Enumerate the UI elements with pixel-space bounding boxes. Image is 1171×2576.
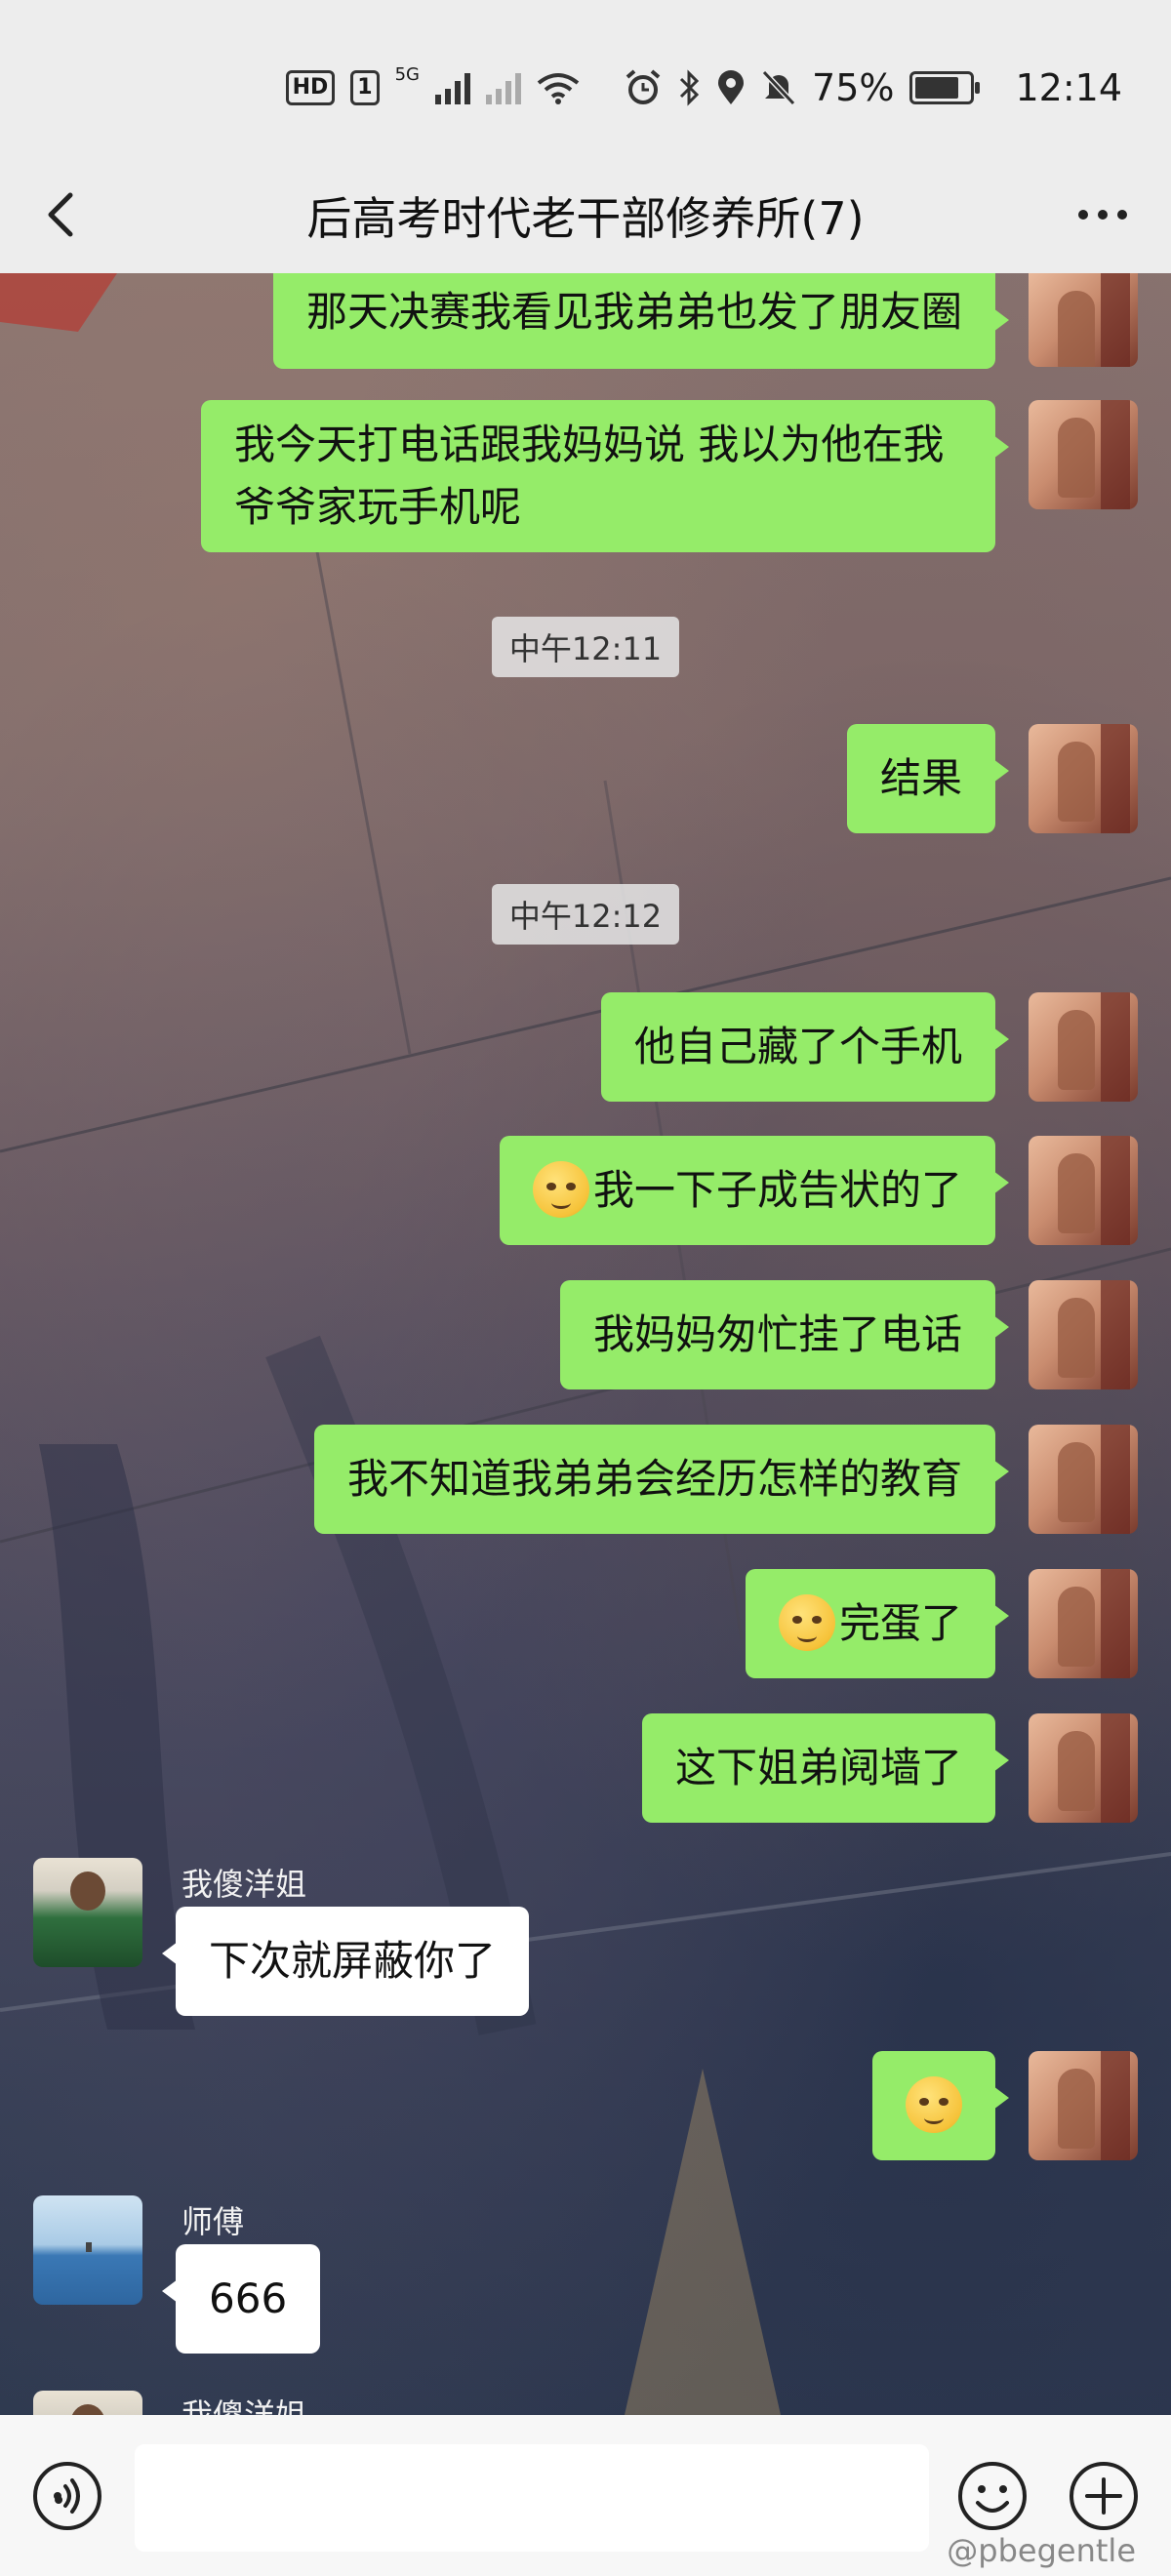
message-bubble-sent[interactable]: 我不知道我弟弟会经历怎样的教育: [313, 1425, 1010, 1534]
emoji-picker-icon[interactable]: [956, 2460, 1029, 2532]
input-bar: @pbegentle: [0, 2415, 1171, 2576]
clock: 12:14: [1015, 66, 1122, 109]
avatar-self[interactable]: [1029, 1280, 1138, 1389]
chat-area[interactable]: 那天决赛我看见我弟弟也发了朋友圈 我今天打电话跟我妈妈说 我以为他在我爷爷家玩手…: [0, 273, 1171, 2415]
message-text: 666: [209, 2274, 288, 2322]
more-actions-plus-icon[interactable]: [1068, 2460, 1140, 2532]
message-bubble-sent[interactable]: 完蛋了: [745, 1569, 1010, 1678]
message-text: 我今天打电话跟我妈妈说 我以为他在我爷爷家玩手机呢: [234, 421, 945, 531]
sim-badge: 1: [350, 70, 380, 105]
avatar-self[interactable]: [1029, 1425, 1138, 1534]
avatar-member[interactable]: [33, 2195, 142, 2305]
message-text: 下次就屏蔽你了: [209, 1937, 497, 1985]
status-bar: HD 1 5G 75% 12:14: [0, 0, 1171, 156]
avatar-member[interactable]: [33, 2391, 142, 2415]
message-text: 他自己藏了个手机: [633, 1023, 962, 1070]
message-bubble-sent[interactable]: 他自己藏了个手机: [600, 992, 1010, 1102]
message-text: 我不知道我弟弟会经历怎样的教育: [346, 1455, 962, 1503]
battery-percent: 75%: [812, 66, 895, 109]
message-text: 这下姐弟阋墙了: [674, 1744, 962, 1791]
message-text: 那天决赛我看见我弟弟也发了朋友圈: [305, 288, 962, 336]
message-input[interactable]: [135, 2444, 929, 2552]
timestamp-text: 中午12:11: [491, 617, 680, 677]
message-bubble-sent[interactable]: 那天决赛我看见我弟弟也发了朋友圈: [272, 273, 1010, 369]
avatar-self[interactable]: [1029, 2051, 1138, 2160]
watermark: @pbegentle: [947, 2532, 1136, 2569]
message-bubble-sent[interactable]: 我妈妈匆忙挂了电话: [559, 1280, 1010, 1389]
awkward-smile-emoji-icon: [532, 1160, 589, 1218]
message-bubble-received[interactable]: 666: [161, 2244, 321, 2354]
chat-title: 后高考时代老干部修养所(7): [306, 192, 865, 245]
sender-name: 我傻洋姐: [182, 2396, 307, 2415]
message-text: 我一下子成告状的了: [592, 1166, 962, 1214]
timestamp: 中午12:11: [0, 617, 1171, 677]
message-bubble-sent[interactable]: 我一下子成告状的了: [499, 1136, 1010, 1245]
avatar-self[interactable]: [1029, 992, 1138, 1102]
avatar-self[interactable]: [1029, 1713, 1138, 1823]
status-icons: HD 1 5G 75% 12:14: [285, 60, 1122, 115]
bluetooth-icon: [679, 69, 700, 106]
avatar-member[interactable]: [33, 1858, 142, 1967]
message-bubble-received[interactable]: 下次就屏蔽你了: [161, 1907, 530, 2016]
sender-name: 我傻洋姐: [182, 1866, 307, 1903]
network-type: 5G: [394, 63, 421, 85]
avatar-self[interactable]: [1029, 400, 1138, 509]
hd-badge: HD: [285, 70, 336, 105]
mute-icon: [761, 69, 796, 106]
avatar-self[interactable]: [1029, 1136, 1138, 1245]
alarm-icon: [626, 69, 661, 104]
message-bubble-sent[interactable]: 我今天打电话跟我妈妈说 我以为他在我爷爷家玩手机呢: [201, 400, 1009, 552]
message-text: 完蛋了: [838, 1599, 962, 1647]
awkward-smile-emoji-icon: [906, 2075, 962, 2133]
message-bubble-sent[interactable]: 结果: [846, 724, 1010, 833]
timestamp-text: 中午12:12: [491, 884, 680, 945]
wifi-icon: [537, 73, 580, 104]
message-bubble-sent[interactable]: 这下姐弟阋墙了: [641, 1713, 1010, 1823]
signal-icon: [435, 71, 471, 104]
avatar-self[interactable]: [1029, 273, 1138, 367]
location-icon: [718, 70, 745, 104]
message-text: 结果: [879, 754, 962, 802]
timestamp: 中午12:12: [0, 884, 1171, 945]
avatar-self[interactable]: [1029, 1569, 1138, 1678]
voice-input-icon[interactable]: [31, 2460, 103, 2532]
chat-header: 后高考时代老干部修养所(7): [0, 156, 1171, 273]
avatar-self[interactable]: [1029, 724, 1138, 833]
message-text: 我妈妈匆忙挂了电话: [592, 1310, 962, 1358]
message-bubble-sent[interactable]: [872, 2051, 1009, 2160]
awkward-smile-emoji-icon: [778, 1593, 835, 1651]
battery-icon: [909, 71, 981, 104]
signal-2-icon: [486, 71, 522, 104]
sender-name: 师傅: [182, 2203, 245, 2240]
more-options-icon[interactable]: [1073, 195, 1132, 234]
